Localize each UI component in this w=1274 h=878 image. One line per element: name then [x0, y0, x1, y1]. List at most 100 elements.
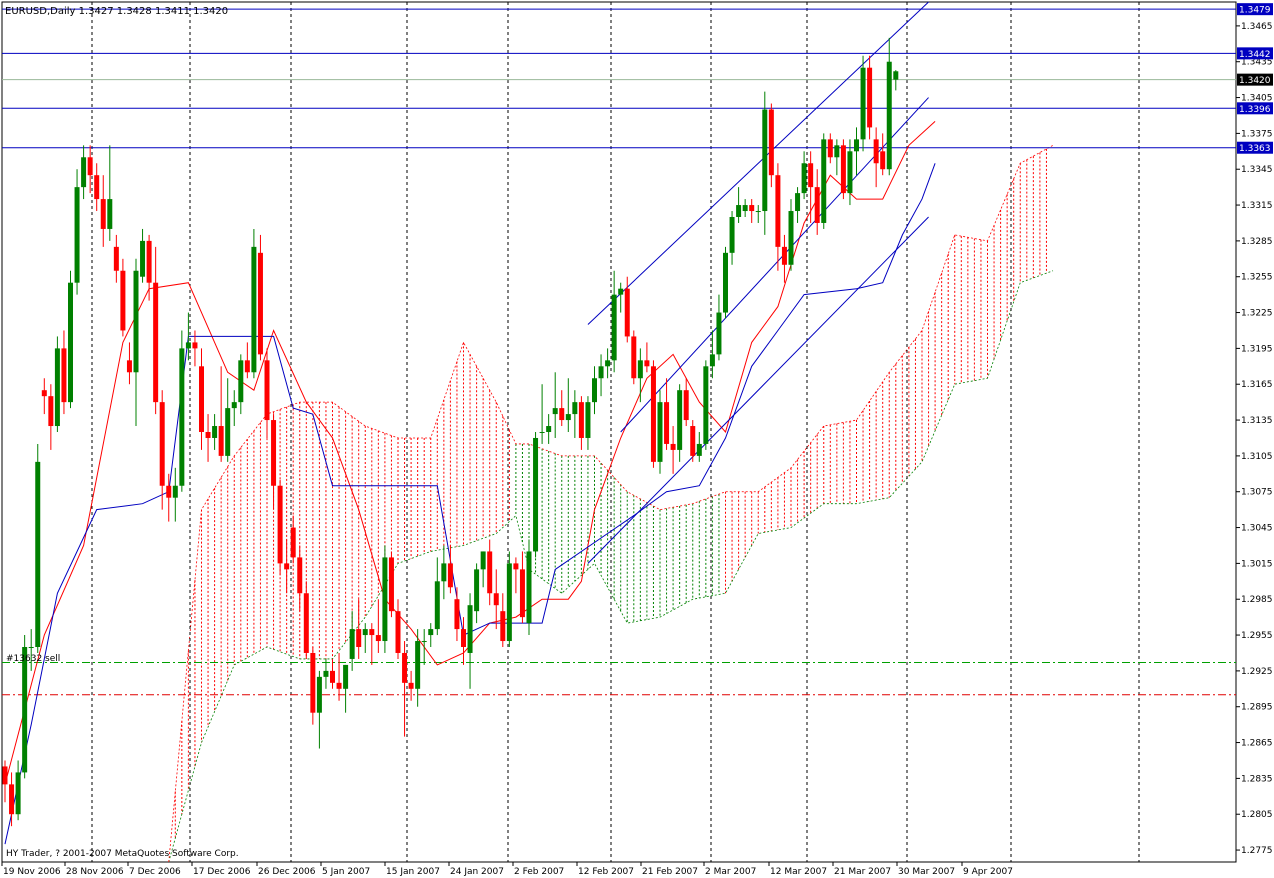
time-tick-label: 5 Jan 2007 [322, 867, 370, 877]
price-level-label: 1.3363 [1239, 144, 1271, 154]
candle-body [696, 443, 702, 456]
candle-body [618, 288, 624, 295]
candle-body [81, 157, 87, 188]
time-tick-label: 21 Mar 2007 [834, 867, 891, 877]
candle-body [257, 252, 263, 355]
price-chart[interactable]: 1.34651.34351.34051.33751.33451.33151.32… [0, 0, 1274, 878]
time-tick-label: 28 Nov 2006 [66, 867, 124, 877]
candle-body [87, 157, 93, 176]
candle-body [454, 599, 460, 630]
candle-body [808, 163, 814, 188]
candle-body [388, 557, 394, 612]
price-tick-label: 1.3375 [1241, 129, 1273, 139]
candle-body [225, 408, 231, 456]
candle-body [336, 682, 342, 689]
candle-body [94, 175, 100, 200]
candle-body [637, 360, 643, 379]
price-tick-label: 1.3015 [1241, 559, 1273, 569]
candle-body [415, 641, 421, 689]
candle-body [133, 270, 139, 373]
candle-body [605, 360, 611, 367]
time-tick-label: 12 Mar 2007 [770, 867, 827, 877]
price-tick-label: 1.2835 [1241, 774, 1273, 784]
candle-body [402, 652, 408, 683]
candle-body [54, 348, 60, 427]
candle-body [113, 246, 119, 271]
candle-body [100, 199, 106, 229]
candle-body [716, 312, 722, 355]
copyright-footer: HY Trader, ? 2001-2007 MetaQuotes Softwa… [6, 849, 239, 859]
time-tick-label: 24 Jan 2007 [450, 867, 504, 877]
price-level-label: 1.3396 [1239, 105, 1271, 115]
price-tick-label: 1.3345 [1241, 165, 1273, 175]
candle-body [382, 557, 388, 642]
candle-body [559, 408, 565, 421]
candle-body [749, 205, 755, 212]
candle-body [434, 581, 440, 630]
time-tick-label: 30 Mar 2007 [898, 867, 955, 877]
candle-body [362, 629, 368, 636]
candle-body [565, 414, 571, 421]
price-tick-label: 1.3285 [1241, 237, 1273, 247]
candle-body [742, 205, 748, 212]
candle-body [428, 629, 434, 636]
candle-body [519, 569, 525, 618]
candle-body [140, 240, 146, 277]
candle-body [788, 211, 794, 265]
price-tick-label: 1.3255 [1241, 273, 1273, 283]
price-tick-label: 1.2865 [1241, 739, 1273, 749]
candle-body [768, 109, 774, 176]
price-tick-label: 1.3225 [1241, 309, 1273, 319]
time-tick-label: 21 Feb 2007 [642, 867, 698, 877]
price-tick-label: 1.2985 [1241, 595, 1273, 605]
candle-body [244, 360, 250, 373]
candle-body [271, 420, 277, 486]
candle-body [474, 569, 480, 612]
candle-body [644, 360, 650, 367]
candle-body [736, 205, 742, 217]
candle-body [762, 109, 768, 212]
candle-body [61, 348, 67, 403]
candle-body [369, 629, 375, 636]
candle-body [781, 246, 787, 265]
price-tick-label: 1.3315 [1241, 201, 1273, 211]
price-tick-label: 1.3195 [1241, 344, 1273, 354]
candle-body [356, 629, 362, 647]
price-tick-label: 1.2775 [1241, 846, 1273, 856]
time-tick-label: 17 Dec 2006 [193, 867, 251, 877]
candle-body [310, 652, 316, 713]
candle-body [650, 366, 656, 462]
candle-body [179, 348, 185, 486]
candle-body [677, 390, 683, 450]
time-tick-label: 7 Dec 2006 [129, 867, 181, 877]
candle-body [303, 593, 309, 653]
candle-body [48, 396, 54, 427]
candle-body [264, 360, 270, 421]
candle-body [834, 145, 840, 158]
candle-body [801, 163, 807, 194]
price-tick-label: 1.3135 [1241, 416, 1273, 426]
candle-body [631, 336, 637, 379]
candle-body [480, 551, 486, 570]
price-level-label: 1.3420 [1239, 76, 1271, 86]
candle-body [166, 485, 172, 498]
candle-body [690, 426, 696, 456]
candle-body [120, 270, 126, 331]
candle-body [330, 670, 335, 683]
order-label: #13632 sell [6, 654, 60, 664]
time-tick-label: 12 Feb 2007 [578, 867, 634, 877]
price-tick-label: 1.3045 [1241, 524, 1273, 534]
candle-body [709, 354, 715, 367]
candle-body [703, 366, 709, 444]
candle-body [506, 563, 512, 642]
candle-body [880, 151, 886, 170]
candle-body [277, 485, 283, 564]
candle-body [664, 402, 670, 444]
candle-body [526, 551, 532, 624]
candle-body [611, 294, 617, 361]
candle-body [146, 240, 152, 283]
candle-body [840, 145, 846, 194]
candle-body [683, 390, 689, 421]
candle-body [126, 360, 132, 373]
candle-body [775, 175, 781, 247]
